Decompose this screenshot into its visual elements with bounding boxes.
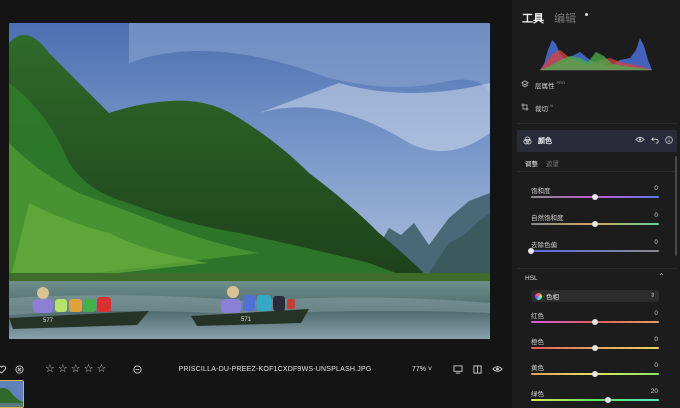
hsl-mode-select[interactable]: 色相 ⇕ <box>531 290 659 302</box>
new-badge: N <box>550 103 553 108</box>
tab-mask[interactable]: 遮罩 <box>546 158 559 168</box>
hsl-mode-value: 色相 <box>546 294 559 301</box>
layer-properties-label: 层属性PRO <box>535 80 565 90</box>
select-arrow-icon: ⇕ <box>649 293 655 299</box>
star-icon[interactable]: ☆ <box>97 363 107 375</box>
slider-value[interactable]: 0 <box>654 239 658 246</box>
layer-properties-item[interactable]: 层属性PRO <box>521 80 565 90</box>
chevron-up-icon[interactable]: ⌃ <box>658 272 665 281</box>
star-icon[interactable]: ☆ <box>45 363 55 375</box>
eye-icon[interactable] <box>635 136 645 146</box>
chevron-down-icon: ˅ <box>427 365 433 373</box>
slider-label: 绿色 <box>531 391 544 398</box>
slider-knob[interactable] <box>604 397 611 403</box>
crop-item[interactable]: 裁切N <box>521 103 553 113</box>
reject-icon[interactable] <box>15 364 24 374</box>
panel-tabs: 工具 编辑 <box>522 10 588 26</box>
histogram <box>540 38 652 71</box>
slider-label: 去除色偏 <box>531 242 557 249</box>
slider-track[interactable] <box>531 399 659 401</box>
hsl-section-title[interactable]: HSL <box>525 275 538 282</box>
star-icon[interactable]: ☆ <box>71 363 81 375</box>
svg-text:577: 577 <box>43 318 54 324</box>
slider-knob[interactable] <box>528 248 534 254</box>
tab-adjust[interactable]: 调整 <box>525 158 538 168</box>
filmstrip-thumbnail[interactable] <box>0 380 24 408</box>
info-icon[interactable] <box>665 136 673 146</box>
color-subtabs: 调整 遮罩 <box>525 158 559 168</box>
main-photo[interactable]: 577 571 <box>9 23 490 339</box>
tab-tools[interactable]: 工具 <box>522 10 544 26</box>
tab-edit[interactable]: 编辑 <box>554 10 576 26</box>
slider-value[interactable]: 0 <box>654 336 658 343</box>
split-view-icon[interactable] <box>473 364 482 374</box>
slider-label: 自然饱和度 <box>531 215 564 222</box>
pro-badge: PRO <box>556 80 566 85</box>
bottom-toolbar: ☆ ☆ ☆ ☆ ☆ PRISCILLA-DU-PREEZ-KOF1CXDF9WS… <box>0 356 512 382</box>
slider-label: 饱和度 <box>531 188 551 195</box>
zoom-level[interactable]: 77% ˅ <box>412 366 432 373</box>
slider-value[interactable]: 0 <box>654 212 658 219</box>
slider-knob[interactable] <box>592 194 598 200</box>
file-name: PRISCILLA-DU-PREEZ-KOF1CXDF9WS-UNSPLASH.… <box>178 365 372 373</box>
slider-track[interactable] <box>531 250 659 252</box>
slider-knob[interactable] <box>592 345 598 351</box>
compare-icon[interactable] <box>453 364 463 374</box>
heart-icon[interactable] <box>0 365 6 374</box>
slider-value[interactable]: 0 <box>654 310 658 317</box>
zoom-value: 77% <box>412 365 427 373</box>
slider-label: 橙色 <box>531 339 544 346</box>
image-canvas[interactable]: 577 571 <box>0 0 512 356</box>
color-icon <box>523 135 532 147</box>
divider <box>517 268 677 269</box>
star-icon[interactable]: ☆ <box>84 363 94 375</box>
crop-text: 裁切 <box>535 106 548 113</box>
eye-icon[interactable] <box>492 365 503 373</box>
undo-icon[interactable] <box>651 136 659 146</box>
slider-knob[interactable] <box>592 221 598 227</box>
layer-properties-text: 层属性 <box>535 83 555 90</box>
panel-scrollbar[interactable] <box>675 156 677 256</box>
slider-value[interactable]: 0 <box>654 362 658 369</box>
slider-knob[interactable] <box>592 371 598 377</box>
slider-label: 黄色 <box>531 365 544 372</box>
tools-panel: 工具 编辑 层属性PRO 裁切N 颜色 调整 遮罩 饱和度 0 自然饱和度 0 … <box>512 0 680 408</box>
star-icon[interactable]: ☆ <box>58 363 68 375</box>
layers-icon <box>521 80 529 90</box>
slider-label: 红色 <box>531 313 544 320</box>
section-actions <box>635 136 673 146</box>
slider-value[interactable]: 20 <box>651 388 658 395</box>
edit-indicator-dot <box>585 13 588 16</box>
crop-icon <box>521 103 529 113</box>
color-section-title: 颜色 <box>538 138 552 145</box>
photo-river-scene: 577 571 <box>9 23 490 339</box>
slider-knob[interactable] <box>592 319 598 325</box>
rating-stars[interactable]: ☆ ☆ ☆ ☆ ☆ <box>45 363 109 375</box>
crop-label: 裁切N <box>535 103 553 113</box>
slider-value[interactable]: 0 <box>654 185 658 192</box>
divider <box>517 123 677 124</box>
subtab-divider <box>517 171 677 172</box>
color-section-header[interactable]: 颜色 <box>517 130 677 152</box>
svg-text:571: 571 <box>241 317 252 323</box>
color-wheel-icon <box>535 292 542 300</box>
